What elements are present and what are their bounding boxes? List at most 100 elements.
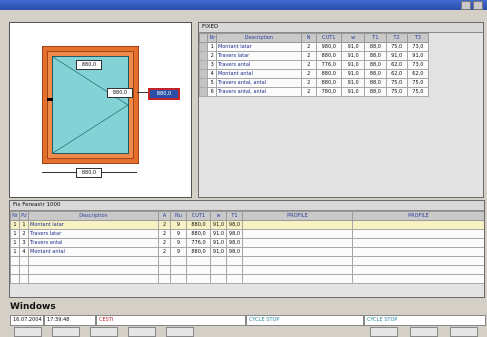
column-header[interactable]: Pz: [19, 211, 29, 221]
table-row[interactable]: 1 2 Travers latar 2 9 880,0 91,0 98,0: [10, 229, 484, 239]
table-cell[interactable]: 2: [158, 238, 171, 248]
toolbar-button-8[interactable]: [450, 327, 478, 337]
dim-right[interactable]: 880,0: [107, 88, 133, 98]
table-cell[interactable]: 2: [158, 247, 171, 257]
column-header[interactable]: T2: [385, 33, 408, 43]
table-cell[interactable]: Travers latar: [215, 51, 302, 61]
column-header[interactable]: w: [210, 211, 227, 221]
table-cell[interactable]: 73,0: [406, 42, 430, 52]
column-header[interactable]: PROFILE: [352, 211, 484, 221]
table-cell[interactable]: 91,0: [341, 42, 366, 52]
table-cell[interactable]: 75,0: [406, 87, 430, 97]
table-row[interactable]: 3 Travers antal 2 776,0 91,0 88,0 62,0 73,0: [199, 60, 430, 70]
table-cell[interactable]: 776,0: [186, 238, 211, 248]
table-cell[interactable]: [352, 229, 484, 239]
row-header[interactable]: [199, 51, 209, 61]
table-cell[interactable]: 1: [10, 247, 20, 257]
window-drawing-panel[interactable]: 880,0 880,0 880,0 880,0: [9, 22, 192, 198]
window-glass[interactable]: [52, 56, 129, 154]
table-cell[interactable]: 75,0: [385, 78, 408, 88]
table-cell[interactable]: Travers antal: [215, 60, 302, 70]
table-cell[interactable]: 62,0: [385, 69, 408, 79]
table-cell[interactable]: 91,0: [210, 220, 227, 230]
table-cell[interactable]: 73,0: [406, 60, 430, 70]
row-header[interactable]: [199, 87, 209, 97]
table-cell[interactable]: 88,0: [364, 69, 387, 79]
table-cell[interactable]: 4: [19, 247, 29, 257]
column-header[interactable]: Nr: [207, 33, 217, 43]
profile-table-top[interactable]: Nr Description N CUT1 w T1 T2 T3 1 Montant latar…: [199, 33, 430, 97]
table-cell[interactable]: 2: [207, 51, 217, 61]
toolbar-button-3[interactable]: [90, 327, 118, 337]
table-cell[interactable]: 980,0: [315, 42, 343, 52]
table-cell[interactable]: 91,0: [210, 229, 227, 239]
toolbar-button-2[interactable]: [52, 327, 80, 337]
close-button[interactable]: [473, 1, 483, 10]
column-header[interactable]: T1: [364, 33, 387, 43]
table-cell[interactable]: 91,0: [341, 78, 366, 88]
table-cell[interactable]: Montant antal: [28, 247, 159, 257]
table-cell[interactable]: 98,0: [226, 220, 243, 230]
table-cell[interactable]: 880,0: [186, 220, 211, 230]
table-cell[interactable]: 880,0: [186, 229, 211, 239]
table-cell[interactable]: 1: [10, 238, 20, 248]
table-cell[interactable]: 98,0: [226, 238, 243, 248]
table-cell[interactable]: 776,0: [315, 60, 343, 70]
table-cell[interactable]: [242, 229, 353, 239]
table-cell[interactable]: 1: [19, 220, 29, 230]
column-header[interactable]: PROFILE: [242, 211, 353, 221]
table-cell[interactable]: [352, 220, 484, 230]
dim-bottom[interactable]: 880,0: [76, 168, 102, 178]
table-cell[interactable]: 91,0: [210, 247, 227, 257]
dim-top[interactable]: 880,0: [76, 60, 102, 70]
column-header[interactable]: Nu: [170, 211, 187, 221]
table-cell[interactable]: 880,0: [315, 78, 343, 88]
table-cell[interactable]: [352, 247, 484, 257]
table-cell[interactable]: 75,0: [385, 87, 408, 97]
toolbar-button-7[interactable]: [410, 327, 438, 337]
table-cell[interactable]: 880,0: [315, 69, 343, 79]
table-cell[interactable]: 88,0: [364, 87, 387, 97]
table-cell[interactable]: 2: [300, 78, 317, 88]
table-cell[interactable]: 88,0: [364, 78, 387, 88]
row-header[interactable]: [199, 78, 209, 88]
profile-table-bottom[interactable]: Nr Pz Description A Nu CUT1 w T1 PROFILE PROFILE …: [10, 211, 484, 284]
row-header[interactable]: [199, 42, 209, 52]
table-cell[interactable]: Travers latar: [28, 229, 159, 239]
table-cell[interactable]: 88,0: [364, 51, 387, 61]
column-header[interactable]: T3: [406, 33, 430, 43]
table-cell[interactable]: 880,0: [186, 247, 211, 257]
table-cell[interactable]: 91,0: [341, 60, 366, 70]
column-header[interactable]: CUT1: [315, 33, 343, 43]
column-header[interactable]: w: [341, 33, 366, 43]
table-cell[interactable]: 75,0: [406, 78, 430, 88]
table-cell[interactable]: 2: [19, 229, 29, 239]
column-header[interactable]: Description: [215, 33, 302, 43]
table-cell[interactable]: 88,0: [364, 60, 387, 70]
row-header[interactable]: [199, 69, 209, 79]
table-cell[interactable]: 4: [207, 69, 217, 79]
toolbar-button-5[interactable]: [166, 327, 194, 337]
table-cell[interactable]: 2: [300, 60, 317, 70]
table-cell[interactable]: Montant latar: [28, 220, 159, 230]
table-cell[interactable]: 3: [19, 238, 29, 248]
table-cell[interactable]: [352, 238, 484, 248]
table-cell[interactable]: 2: [158, 220, 171, 230]
table-row[interactable]: 1 4 Montant antal 2 9 880,0 91,0 98,0: [10, 247, 484, 257]
dim-selected[interactable]: 880,0: [148, 88, 180, 100]
table-cell[interactable]: Travers antal: [28, 238, 159, 248]
table-cell[interactable]: 2: [300, 69, 317, 79]
column-header[interactable]: CUT1: [186, 211, 211, 221]
table-cell[interactable]: 91,0: [341, 51, 366, 61]
toolbar-button-1[interactable]: [14, 327, 42, 337]
table-cell[interactable]: 91,0: [341, 87, 366, 97]
column-header[interactable]: Nr: [10, 211, 20, 221]
table-cell[interactable]: 5: [207, 78, 217, 88]
table-row[interactable]: 6 Travers antal, antal 2 780,0 91,0 88,0 75,0 7…: [199, 87, 430, 97]
row-header[interactable]: [199, 60, 209, 70]
table-cell[interactable]: [242, 247, 353, 257]
table-cell[interactable]: 91,0: [406, 51, 430, 61]
table-cell[interactable]: 1: [207, 42, 217, 52]
toolbar-button-6[interactable]: [370, 327, 398, 337]
table-cell[interactable]: 91,0: [341, 69, 366, 79]
